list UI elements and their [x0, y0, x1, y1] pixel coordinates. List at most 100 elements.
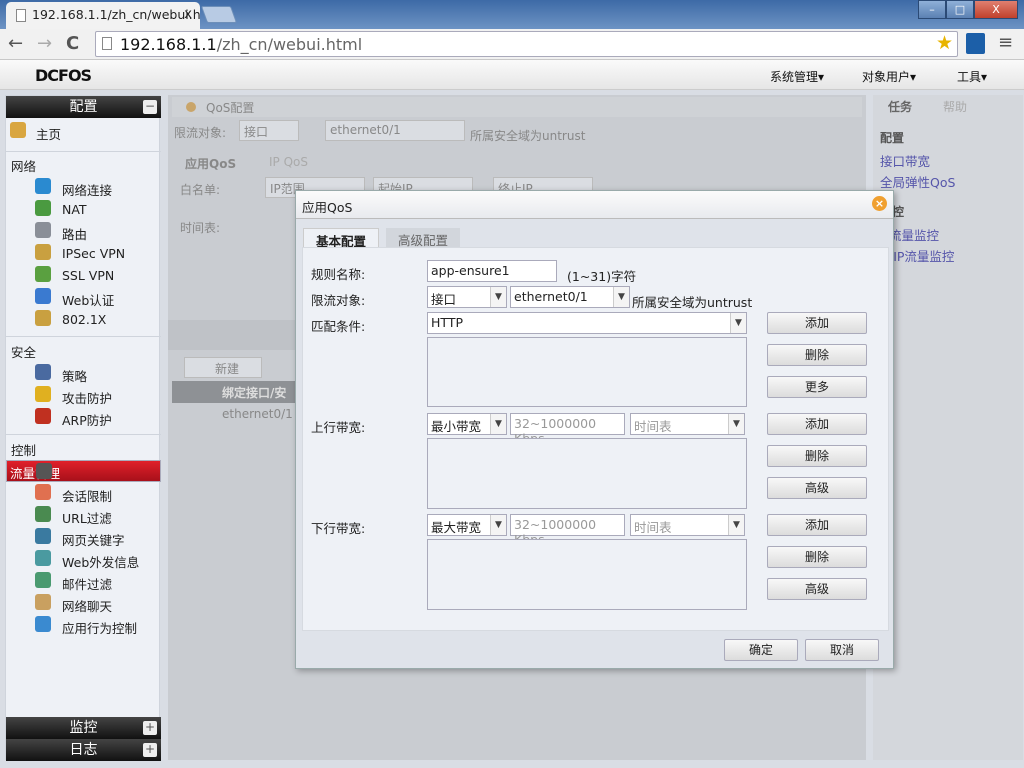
tab-basic[interactable]: 基本配置 [303, 228, 380, 249]
sidebar-item[interactable]: IPSec VPN [6, 242, 161, 263]
menu-item-icon [35, 200, 51, 216]
menu-system[interactable]: 系统管理▾ [770, 68, 824, 85]
sidebar-item[interactable]: 网络聊天 [6, 592, 161, 614]
sidebar-item[interactable]: 网络连接 [6, 176, 161, 198]
table-row[interactable]: ethernet0/1 [222, 407, 293, 421]
sidebar-item[interactable]: 邮件过滤 [6, 570, 161, 592]
menu-item-icon [35, 594, 51, 610]
maximize-button[interactable]: □ [946, 0, 974, 19]
link-global-qos[interactable]: 全局弹性QoS [880, 172, 955, 191]
download-type-select[interactable]: 最大带宽 ▼ [427, 514, 507, 536]
menu-item-icon [35, 484, 51, 500]
cancel-button[interactable]: 取消 [805, 639, 879, 661]
home-icon [10, 122, 26, 138]
sidebar-item[interactable]: 流量管理 [6, 460, 161, 482]
menu-item-icon [35, 572, 51, 588]
item-label: 主页 [36, 127, 62, 142]
sidebar-monitor-header[interactable]: 监控 + [6, 717, 161, 739]
sidebar-item[interactable]: 应用行为控制 [6, 614, 161, 636]
tab-tasks[interactable]: 任务 [888, 98, 912, 115]
collapse-icon[interactable]: − [143, 100, 157, 114]
menu-objects[interactable]: 对象用户▾ [862, 68, 916, 85]
download-add-button[interactable]: 添加 [767, 514, 867, 536]
upload-advanced-button[interactable]: 高级 [767, 477, 867, 499]
expand-icon[interactable]: + [143, 743, 157, 757]
close-icon[interactable]: × [872, 196, 887, 211]
sidebar-item[interactable]: Web外发信息 [6, 548, 161, 570]
link-iface-bandwidth[interactable]: 接口带宽 [880, 151, 930, 170]
target-iface-select[interactable]: ethernet0/1 [325, 120, 465, 141]
sidebar-item[interactable]: 会话限制 [6, 482, 161, 504]
sidebar-item[interactable]: NAT [6, 198, 161, 219]
dialog-title-bar: 应用QoS × [296, 191, 893, 219]
sidebar-item[interactable]: 路由 [6, 220, 161, 242]
app-header: DCFOS 系统管理▾ 对象用户▾ 工具▾ [0, 60, 1024, 90]
rule-name-input[interactable]: app-ensure1 [427, 260, 557, 282]
expand-icon[interactable]: + [143, 721, 157, 735]
bookmark-star-icon[interactable]: ★ [936, 32, 953, 54]
menu-icon[interactable]: ≡ [998, 32, 1013, 53]
download-schedule-select[interactable]: 时间表 ▼ [630, 514, 745, 536]
back-icon[interactable]: ← [8, 33, 23, 54]
upload-schedule-select[interactable]: 时间表 ▼ [630, 413, 745, 435]
tab-app-qos[interactable]: 应用QoS [185, 155, 236, 172]
new-button[interactable]: 新建 [184, 357, 262, 378]
header-label: 监控 [69, 720, 98, 736]
sidebar-log-header[interactable]: 日志 + [6, 739, 161, 761]
upload-delete-button[interactable]: 删除 [767, 445, 867, 467]
download-bandwidth-input[interactable]: 32~1000000 Kbps [510, 514, 625, 547]
sidebar-item[interactable]: URL过滤 [6, 504, 161, 526]
match-delete-button[interactable]: 删除 [767, 344, 867, 366]
match-more-button[interactable]: 更多 [767, 376, 867, 398]
sidebar-config-header[interactable]: 配置 − [6, 96, 161, 118]
sidebar-item[interactable]: SSL VPN [6, 264, 161, 285]
sidebar-item[interactable]: 网页关键字 [6, 526, 161, 548]
tab-help[interactable]: 帮助 [943, 98, 967, 115]
reload-icon[interactable]: C [66, 33, 79, 54]
chevron-down-icon: ▼ [490, 287, 506, 307]
sidebar-item-home[interactable]: 主页 [6, 120, 161, 142]
upload-bandwidth-input[interactable]: 32~1000000 Kbps [510, 413, 625, 446]
sidebar-item[interactable]: Web认证 [6, 286, 161, 308]
tab-advanced[interactable]: 高级配置 [386, 228, 461, 248]
task-panel: 任务 帮助 配置 接口带宽 全局弹性QoS 监控 应用流量监控 用户/IP流量监… [864, 95, 1023, 760]
tab-ip-qos[interactable]: IP QoS [269, 155, 308, 169]
upload-list[interactable] [427, 438, 747, 509]
target-type-select[interactable]: 接口 ▼ [427, 286, 507, 308]
target-type-select[interactable]: 接口 [239, 120, 299, 141]
menu-item-icon [35, 408, 51, 424]
ok-button[interactable]: 确定 [724, 639, 798, 661]
tab-close-icon[interactable]: x [184, 7, 192, 22]
target-iface-select[interactable]: ethernet0/1 ▼ [510, 286, 630, 308]
new-tab-button[interactable] [200, 6, 238, 23]
menu-tools[interactable]: 工具▾ [957, 68, 987, 85]
menu-item-icon [35, 364, 51, 380]
address-bar[interactable]: 192.168.1.1/zh_cn/webui.html ★ [95, 31, 958, 57]
sidebar-item[interactable]: 策略 [6, 362, 161, 384]
match-list[interactable] [427, 337, 747, 407]
sidebar: 配置 − 主页 网络 网络连接 NAT 路由 IPSec VPN SSL VPN Web认证 8… [5, 95, 161, 761]
logo: DCFOS [35, 66, 92, 85]
download-advanced-button[interactable]: 高级 [767, 578, 867, 600]
upload-type-select[interactable]: 最小带宽 ▼ [427, 413, 507, 435]
browser-tab[interactable]: 192.168.1.1/zh_cn/webui.html x [6, 2, 200, 29]
extension-icon[interactable] [966, 33, 985, 54]
menu-item-icon [35, 178, 51, 194]
bullet-icon [186, 102, 196, 112]
close-window-button[interactable]: X [974, 0, 1018, 19]
minimize-button[interactable]: – [918, 0, 946, 19]
item-label: 策略 [62, 369, 88, 384]
panel-header: QoS配置 [172, 97, 862, 117]
sidebar-item[interactable]: 攻击防护 [6, 384, 161, 406]
item-label: SSL VPN [62, 268, 115, 283]
sidebar-item[interactable]: 802.1X [6, 308, 161, 329]
header-label: 配置 [69, 99, 98, 115]
upload-add-button[interactable]: 添加 [767, 413, 867, 435]
match-add-button[interactable]: 添加 [767, 312, 867, 334]
download-delete-button[interactable]: 删除 [767, 546, 867, 568]
download-list[interactable] [427, 539, 747, 610]
sidebar-item[interactable]: ARP防护 [6, 406, 161, 428]
forward-icon[interactable]: → [37, 33, 52, 54]
page-title: QoS配置 [206, 101, 255, 115]
match-select[interactable]: HTTP ▼ [427, 312, 747, 334]
